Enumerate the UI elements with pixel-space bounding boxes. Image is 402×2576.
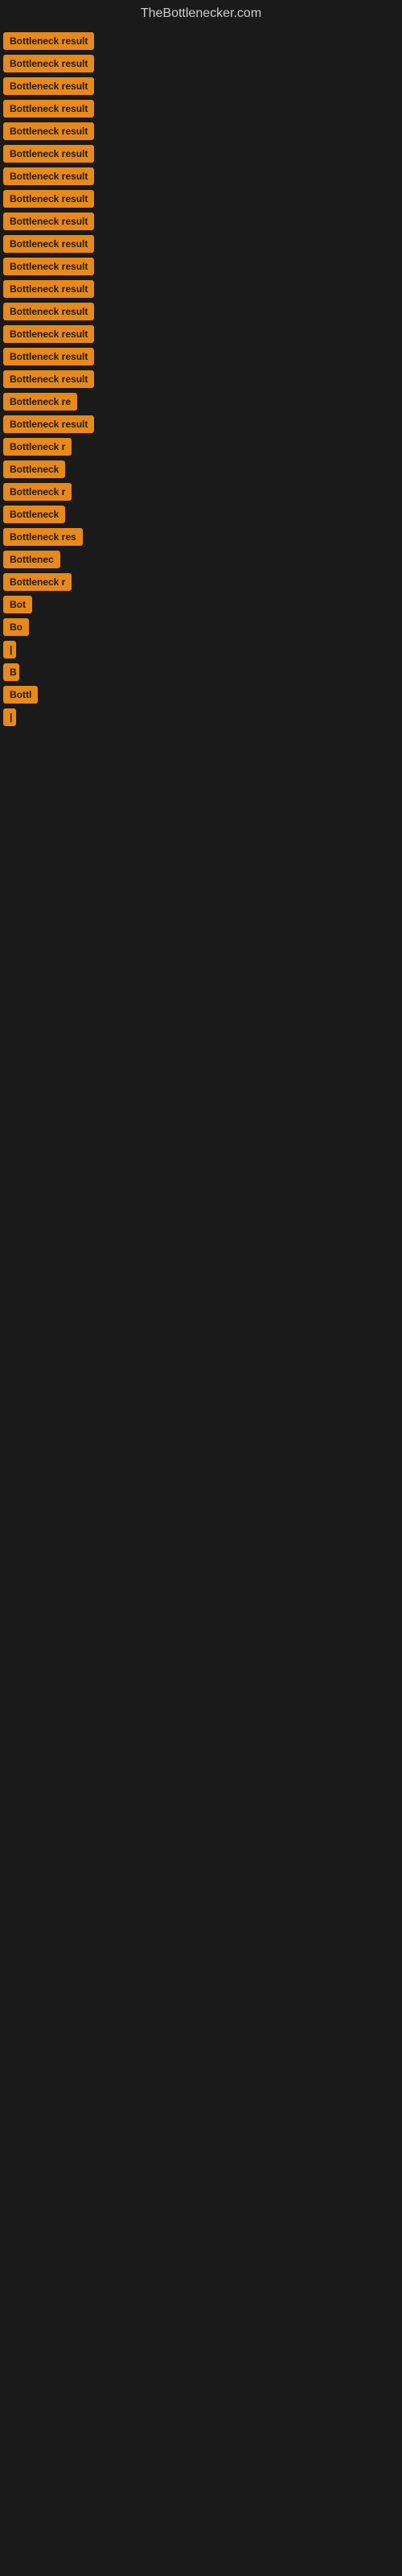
bottleneck-badge-17: Bottleneck re bbox=[3, 393, 77, 411]
bottleneck-item-9[interactable]: Bottleneck result bbox=[3, 213, 399, 230]
bottleneck-item-14[interactable]: Bottleneck result bbox=[3, 325, 399, 343]
bottleneck-badge-27: Bo bbox=[3, 618, 29, 636]
bottleneck-item-15[interactable]: Bottleneck result bbox=[3, 348, 399, 365]
bottleneck-item-24[interactable]: Bottlenec bbox=[3, 551, 399, 568]
bottleneck-badge-14: Bottleneck result bbox=[3, 325, 94, 343]
bottleneck-item-13[interactable]: Bottleneck result bbox=[3, 303, 399, 320]
bottleneck-item-3[interactable]: Bottleneck result bbox=[3, 77, 399, 95]
bottleneck-item-26[interactable]: Bot bbox=[3, 596, 399, 613]
bottleneck-badge-26: Bot bbox=[3, 596, 32, 613]
bottleneck-item-27[interactable]: Bo bbox=[3, 618, 399, 636]
bottleneck-badge-18: Bottleneck result bbox=[3, 415, 94, 433]
bottleneck-badge-21: Bottleneck r bbox=[3, 483, 72, 501]
bottleneck-item-23[interactable]: Bottleneck res bbox=[3, 528, 399, 546]
bottleneck-item-6[interactable]: Bottleneck result bbox=[3, 145, 399, 163]
bottleneck-badge-2: Bottleneck result bbox=[3, 55, 94, 72]
bottleneck-item-5[interactable]: Bottleneck result bbox=[3, 122, 399, 140]
bottleneck-badge-15: Bottleneck result bbox=[3, 348, 94, 365]
bottleneck-item-12[interactable]: Bottleneck result bbox=[3, 280, 399, 298]
bottleneck-badge-10: Bottleneck result bbox=[3, 235, 94, 253]
bottleneck-item-25[interactable]: Bottleneck r bbox=[3, 573, 399, 591]
bottleneck-badge-9: Bottleneck result bbox=[3, 213, 94, 230]
bottleneck-item-10[interactable]: Bottleneck result bbox=[3, 235, 399, 253]
bottleneck-item-22[interactable]: Bottleneck bbox=[3, 506, 399, 523]
bottleneck-item-29[interactable]: B bbox=[3, 663, 399, 681]
bottleneck-badge-5: Bottleneck result bbox=[3, 122, 94, 140]
bottleneck-item-18[interactable]: Bottleneck result bbox=[3, 415, 399, 433]
bottleneck-badge-25: Bottleneck r bbox=[3, 573, 72, 591]
bottleneck-badge-4: Bottleneck result bbox=[3, 100, 94, 118]
bottleneck-badge-1: Bottleneck result bbox=[3, 32, 94, 50]
bottleneck-badge-22: Bottleneck bbox=[3, 506, 65, 523]
bottleneck-item-19[interactable]: Bottleneck r bbox=[3, 438, 399, 456]
bottleneck-badge-28: | bbox=[3, 641, 16, 658]
bottleneck-item-7[interactable]: Bottleneck result bbox=[3, 167, 399, 185]
bottleneck-badge-24: Bottlenec bbox=[3, 551, 60, 568]
site-title: TheBottlenecker.com bbox=[0, 0, 402, 27]
bottleneck-badge-13: Bottleneck result bbox=[3, 303, 94, 320]
bottleneck-item-28[interactable]: | bbox=[3, 641, 399, 658]
bottleneck-item-11[interactable]: Bottleneck result bbox=[3, 258, 399, 275]
bottleneck-item-8[interactable]: Bottleneck result bbox=[3, 190, 399, 208]
bottleneck-badge-20: Bottleneck bbox=[3, 460, 65, 478]
bottleneck-item-21[interactable]: Bottleneck r bbox=[3, 483, 399, 501]
bottleneck-badge-29: B bbox=[3, 663, 19, 681]
bottleneck-badge-30: Bottl bbox=[3, 686, 38, 704]
bottleneck-badge-3: Bottleneck result bbox=[3, 77, 94, 95]
bottleneck-badge-7: Bottleneck result bbox=[3, 167, 94, 185]
items-container: Bottleneck result Bottleneck result Bottle… bbox=[0, 32, 402, 726]
bottleneck-item-16[interactable]: Bottleneck result bbox=[3, 370, 399, 388]
bottleneck-item-2[interactable]: Bottleneck result bbox=[3, 55, 399, 72]
bottleneck-badge-19: Bottleneck r bbox=[3, 438, 72, 456]
bottleneck-badge-6: Bottleneck result bbox=[3, 145, 94, 163]
bottleneck-badge-31: | bbox=[3, 708, 16, 726]
bottleneck-badge-12: Bottleneck result bbox=[3, 280, 94, 298]
bottleneck-item-4[interactable]: Bottleneck result bbox=[3, 100, 399, 118]
bottleneck-badge-23: Bottleneck res bbox=[3, 528, 83, 546]
bottleneck-item-17[interactable]: Bottleneck re bbox=[3, 393, 399, 411]
bottleneck-item-31[interactable]: | bbox=[3, 708, 399, 726]
bottleneck-badge-11: Bottleneck result bbox=[3, 258, 94, 275]
bottleneck-item-20[interactable]: Bottleneck bbox=[3, 460, 399, 478]
bottleneck-item-30[interactable]: Bottl bbox=[3, 686, 399, 704]
bottleneck-badge-8: Bottleneck result bbox=[3, 190, 94, 208]
bottleneck-badge-16: Bottleneck result bbox=[3, 370, 94, 388]
bottleneck-item-1[interactable]: Bottleneck result bbox=[3, 32, 399, 50]
